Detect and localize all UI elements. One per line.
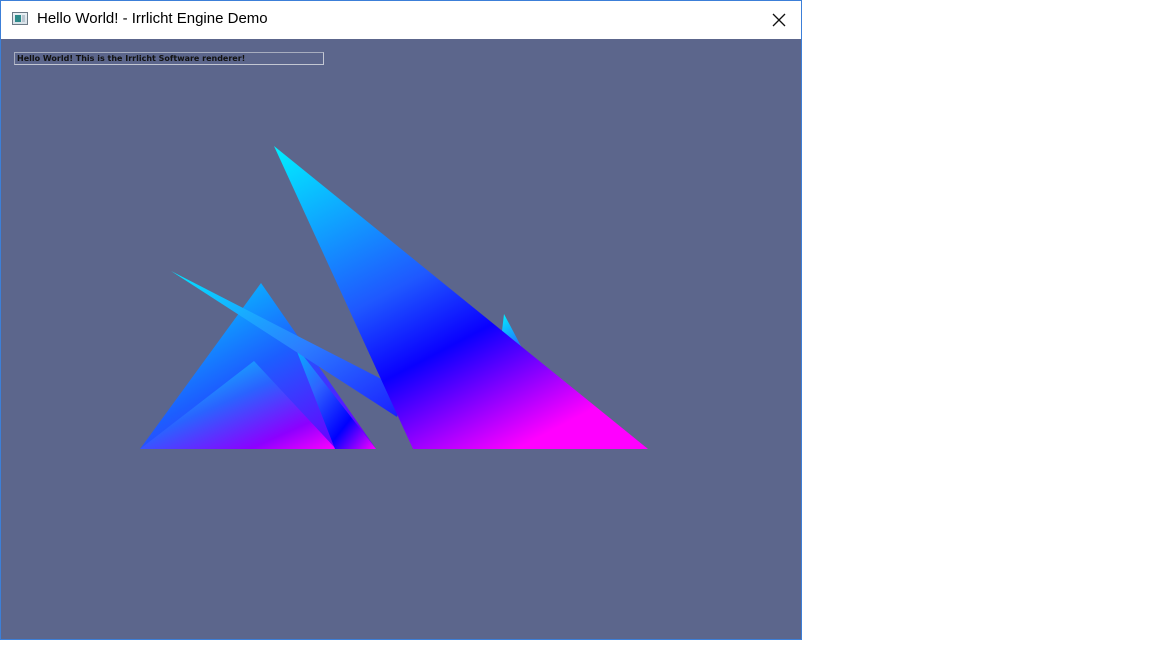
render-viewport[interactable]: Hello World! This is the Irrlicht Softwa…: [1, 39, 801, 639]
close-button[interactable]: [756, 1, 801, 39]
3d-scene: [140, 146, 648, 449]
close-icon: [772, 13, 786, 27]
title-bar[interactable]: Hello World! - Irrlicht Engine Demo: [1, 1, 801, 39]
window-title: Hello World! - Irrlicht Engine Demo: [37, 10, 268, 27]
application-window: Hello World! - Irrlicht Engine Demo Hell…: [0, 0, 802, 640]
static-text-label: Hello World! This is the Irrlicht Softwa…: [17, 54, 246, 63]
static-text-box: Hello World! This is the Irrlicht Softwa…: [14, 52, 324, 65]
app-window-icon[interactable]: [12, 12, 28, 25]
